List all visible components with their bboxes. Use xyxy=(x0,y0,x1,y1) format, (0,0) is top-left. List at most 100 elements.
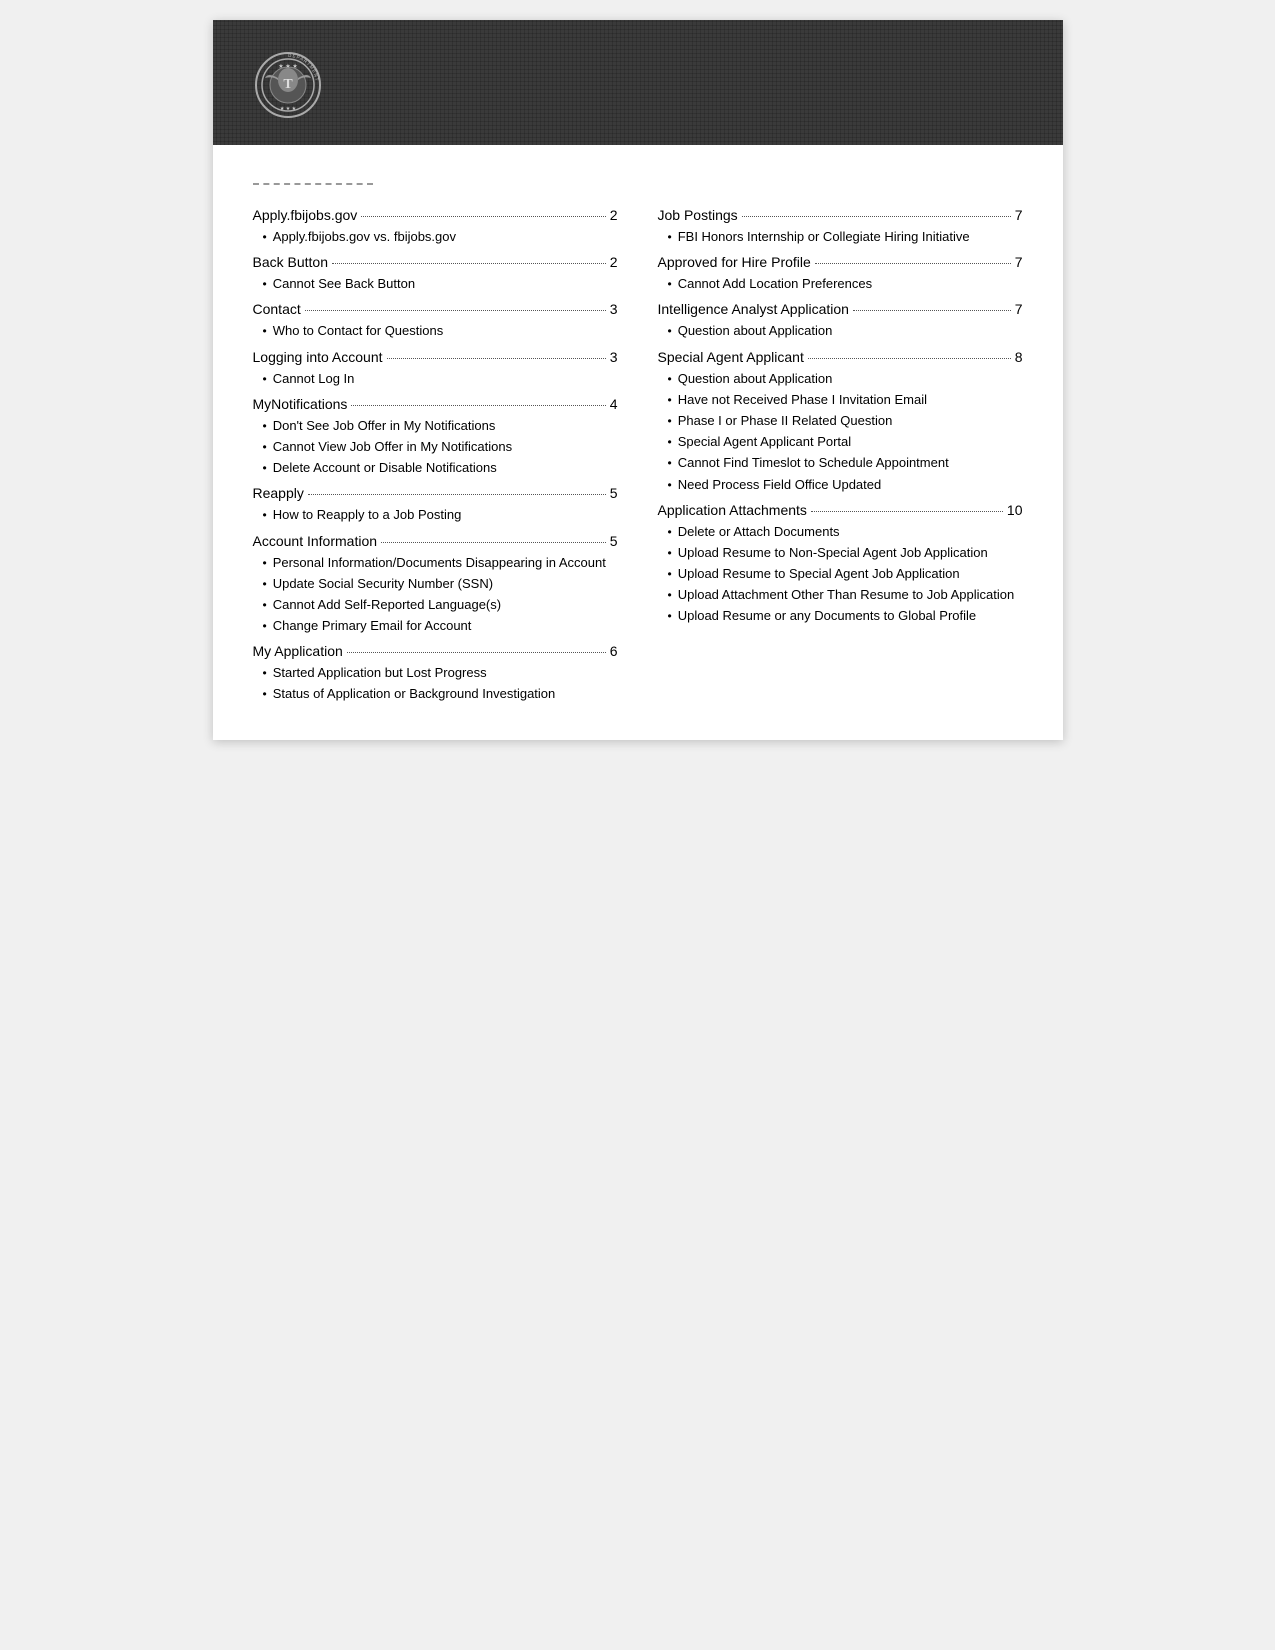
toc-link-text: Account Information xyxy=(253,531,378,552)
bullet-icon: • xyxy=(263,554,267,572)
toc-sub-item[interactable]: •Started Application but Lost Progress xyxy=(263,664,618,682)
toc-sub-item[interactable]: •Delete Account or Disable Notifications xyxy=(263,459,618,477)
toc-main-link[interactable]: Back Button 2 xyxy=(253,252,618,273)
bullet-icon: • xyxy=(668,228,672,246)
toc-sub-item-text: Started Application but Lost Progress xyxy=(273,664,487,682)
toc-sub-item-text: Question about Application xyxy=(678,322,833,340)
bullet-icon: • xyxy=(263,438,267,456)
toc-page-number: 7 xyxy=(1015,299,1023,320)
toc-sub-item[interactable]: •Cannot Add Self-Reported Language(s) xyxy=(263,596,618,614)
toc-main-link[interactable]: Account Information5 xyxy=(253,531,618,552)
toc-sub-item[interactable]: •Change Primary Email for Account xyxy=(263,617,618,635)
bullet-icon: • xyxy=(263,506,267,524)
toc-sub-item[interactable]: •Cannot See Back Button xyxy=(263,275,618,293)
toc-sub-item[interactable]: •Cannot View Job Offer in My Notificatio… xyxy=(263,438,618,456)
toc-sub-item-text: Upload Attachment Other Than Resume to J… xyxy=(678,586,1015,604)
bullet-icon: • xyxy=(263,275,267,293)
toc-link-text: Apply.fbijobs.gov xyxy=(253,205,358,226)
toc-entry: Approved for Hire Profile7 •Cannot Add Lo… xyxy=(658,252,1023,293)
toc-sub-item[interactable]: • Cannot Log In xyxy=(263,370,618,388)
toc-link-text: Logging into Account xyxy=(253,347,383,368)
toc-sub-item[interactable]: •Upload Resume to Special Agent Job Appl… xyxy=(668,565,1023,583)
toc-sub-item-text: Status of Application or Background Inve… xyxy=(273,685,556,703)
toc-sub-item-text: Special Agent Applicant Portal xyxy=(678,433,851,451)
toc-entry: My Application6•Started Application but … xyxy=(253,641,618,703)
toc-main-link[interactable]: Logging into Account 3 xyxy=(253,347,618,368)
toc-main-link[interactable]: Reapply5 xyxy=(253,483,618,504)
toc-sub-item[interactable]: •Cannot Add Location Preferences xyxy=(668,275,1023,293)
svg-text:★ ★ ★: ★ ★ ★ xyxy=(279,106,296,112)
bullet-icon: • xyxy=(668,523,672,541)
toc-link-text: Application Attachments xyxy=(658,500,807,521)
toc-main-link[interactable]: Contact3 xyxy=(253,299,618,320)
toc-sub-item[interactable]: •Question about Application xyxy=(668,370,1023,388)
toc-main-link[interactable]: MyNotifications4 xyxy=(253,394,618,415)
toc-sub-items: •Who to Contact for Questions xyxy=(253,322,618,340)
toc-dots xyxy=(305,310,606,311)
toc-dots xyxy=(332,263,606,264)
toc-link-text: Intelligence Analyst Application xyxy=(658,299,849,320)
toc-entry: Special Agent Applicant8•Question about … xyxy=(658,347,1023,494)
toc-sub-item-text: How to Reapply to a Job Posting xyxy=(273,506,462,524)
toc-sub-item[interactable]: •Personal Information/Documents Disappea… xyxy=(263,554,618,572)
toc-sub-item-text: Update Social Security Number (SSN) xyxy=(273,575,493,593)
toc-link-text: Contact xyxy=(253,299,301,320)
toc-page-number: 6 xyxy=(610,641,618,662)
toc-sub-item-text: Have not Received Phase I Invitation Ema… xyxy=(678,391,927,409)
toc-main-link[interactable]: Intelligence Analyst Application 7 xyxy=(658,299,1023,320)
toc-sub-item[interactable]: •FBI Honors Internship or Collegiate Hir… xyxy=(668,228,1023,246)
bullet-icon: • xyxy=(263,370,267,388)
toc-sub-item-text: Cannot Log In xyxy=(273,370,355,388)
toc-entry: Contact3 •Who to Contact for Questions xyxy=(253,299,618,340)
toc-sub-item-text: Cannot Find Timeslot to Schedule Appoint… xyxy=(678,454,949,472)
toc-sub-item[interactable]: •Special Agent Applicant Portal xyxy=(668,433,1023,451)
toc-page-number: 10 xyxy=(1007,500,1023,521)
toc-sub-item[interactable]: •Upload Attachment Other Than Resume to … xyxy=(668,586,1023,604)
toc-sub-item[interactable]: •Apply.fbijobs.gov vs. fbijobs.gov xyxy=(263,228,618,246)
toc-link-text: Back Button xyxy=(253,252,329,273)
toc-sub-item[interactable]: • How to Reapply to a Job Posting xyxy=(263,506,618,524)
toc-sub-item[interactable]: •Update Social Security Number (SSN) xyxy=(263,575,618,593)
toc-main-link[interactable]: Approved for Hire Profile7 xyxy=(658,252,1023,273)
bullet-icon: • xyxy=(263,685,267,703)
toc-sub-item-text: Delete Account or Disable Notifications xyxy=(273,459,497,477)
toc-sub-item-text: Change Primary Email for Account xyxy=(273,617,472,635)
toc-entry: Account Information5 •Personal Informatio… xyxy=(253,531,618,636)
bullet-icon: • xyxy=(668,454,672,472)
toc-page-number: 3 xyxy=(610,347,618,368)
toc-page-number: 7 xyxy=(1015,205,1023,226)
toc-main-link[interactable]: Apply.fbijobs.gov 2 xyxy=(253,205,618,226)
toc-sub-items: •Cannot Add Location Preferences xyxy=(658,275,1023,293)
toc-sub-item[interactable]: •Have not Received Phase I Invitation Em… xyxy=(668,391,1023,409)
bullet-icon: • xyxy=(668,476,672,494)
toc-dots xyxy=(347,652,606,653)
toc-main-link[interactable]: Special Agent Applicant8 xyxy=(658,347,1023,368)
toc-sub-item-text: Upload Resume to Special Agent Job Appli… xyxy=(678,565,960,583)
toc-sub-item[interactable]: •Question about Application xyxy=(668,322,1023,340)
toc-sub-item[interactable]: •Who to Contact for Questions xyxy=(263,322,618,340)
toc-sub-item[interactable]: • Status of Application or Background Inv… xyxy=(263,685,618,703)
toc-sub-item-text: Question about Application xyxy=(678,370,833,388)
toc-sub-item[interactable]: •Phase I or Phase II Related Question xyxy=(668,412,1023,430)
toc-sub-item[interactable]: •Upload Resume or any Documents to Globa… xyxy=(668,607,1023,625)
toc-page-number: 2 xyxy=(610,205,618,226)
toc-sub-items: •Started Application but Lost Progress•S… xyxy=(253,664,618,703)
toc-sub-item[interactable]: •Delete or Attach Documents xyxy=(668,523,1023,541)
toc-columns: Apply.fbijobs.gov 2 •Apply.fbijobs.gov vs.… xyxy=(253,205,1023,710)
toc-main-link[interactable]: Application Attachments 10 xyxy=(658,500,1023,521)
toc-dots xyxy=(361,216,605,217)
toc-sub-item-text: Need Process Field Office Updated xyxy=(678,476,882,494)
toc-sub-item[interactable]: •Upload Resume to Non-Special Agent Job … xyxy=(668,544,1023,562)
toc-dots xyxy=(853,310,1011,311)
toc-main-link[interactable]: Job Postings7 xyxy=(658,205,1023,226)
toc-sub-item[interactable]: • Cannot Find Timeslot to Schedule Appoin… xyxy=(668,454,1023,472)
toc-sub-items: •Question about Application xyxy=(658,322,1023,340)
toc-sub-item-text: Cannot Add Location Preferences xyxy=(678,275,872,293)
bullet-icon: • xyxy=(668,544,672,562)
bullet-icon: • xyxy=(263,417,267,435)
toc-page-number: 2 xyxy=(610,252,618,273)
toc-sub-items: •Personal Information/Documents Disappea… xyxy=(253,554,618,636)
toc-sub-item[interactable]: •Don't See Job Offer in My Notifications xyxy=(263,417,618,435)
toc-main-link[interactable]: My Application6 xyxy=(253,641,618,662)
toc-sub-item[interactable]: • Need Process Field Office Updated xyxy=(668,476,1023,494)
